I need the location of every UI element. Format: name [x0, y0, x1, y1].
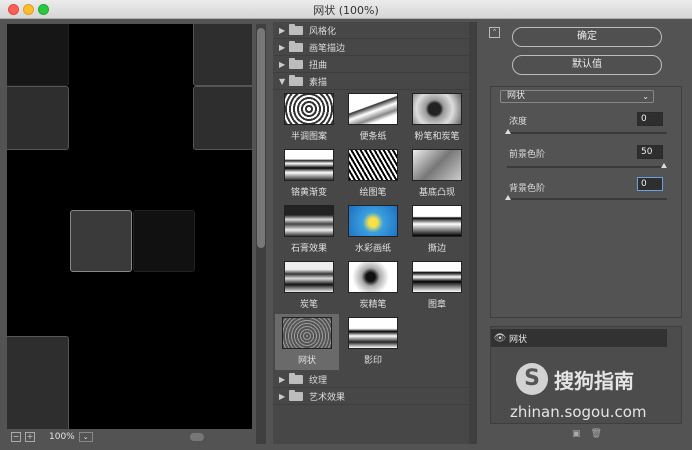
halftone-thumb	[284, 93, 334, 125]
zoom-bar: − + 100% ⌄	[7, 430, 252, 444]
charcoal-thumb	[284, 261, 334, 293]
category-stylize[interactable]: ▶ 风格化	[273, 22, 469, 39]
zoom-in-button[interactable]: +	[25, 432, 35, 442]
preview-canvas[interactable]	[7, 24, 252, 429]
watermark-url: zhinan.sogou.com	[510, 403, 647, 421]
filter-notepaper[interactable]: 便条纸	[341, 90, 405, 146]
graphic-pen-thumb	[348, 149, 398, 181]
slider-knob[interactable]	[661, 163, 667, 168]
filter-bas-relief[interactable]: 基底凸现	[405, 146, 469, 202]
collapse-arrow-icon: ▼	[279, 76, 286, 86]
notepaper-thumb	[348, 93, 398, 125]
density-slider[interactable]	[505, 129, 667, 134]
preview-tile	[133, 210, 195, 272]
foreground-level-label: 前景色阶	[509, 150, 546, 160]
plaster-thumb	[284, 205, 334, 237]
gallery-scrollbar[interactable]	[469, 22, 477, 444]
filter-chalk-charcoal[interactable]: 粉笔和炭笔	[405, 90, 469, 146]
filter-halftone[interactable]: 半调图案	[277, 90, 341, 146]
default-button[interactable]: 默认值	[512, 55, 662, 75]
effect-layer-name: 网状	[509, 334, 528, 345]
zoom-level: 100%	[49, 432, 75, 442]
sketch-filter-grid: 半调图案 便条纸 粉笔和炭笔 铬黄渐变 绘图笔 基底凸现 石膏效果 水彩画纸 撕…	[273, 90, 469, 371]
filter-reticulation[interactable]: 网状	[275, 314, 339, 370]
window-title: 网状 (100%)	[313, 4, 379, 17]
sogou-watermark: S 搜狗指南	[516, 363, 634, 395]
preview-tile	[7, 86, 69, 150]
zoom-out-button[interactable]: −	[11, 432, 21, 442]
title-bar: 网状 (100%)	[0, 0, 692, 19]
filter-water-paper[interactable]: 水彩画纸	[341, 202, 405, 258]
filter-select[interactable]: 网状 ⌄	[500, 90, 654, 103]
category-distort[interactable]: ▶ 扭曲	[273, 56, 469, 73]
chrome-thumb	[284, 149, 334, 181]
preview-tile	[193, 86, 252, 150]
foreground-level-input[interactable]: 50	[637, 145, 663, 159]
density-input[interactable]: 0	[637, 112, 663, 126]
density-label: 浓度	[509, 117, 528, 127]
zoom-dropdown-icon[interactable]: ⌄	[78, 432, 93, 442]
expand-arrow-icon: ▶	[279, 391, 286, 401]
category-artistic[interactable]: ▶ 艺术效果	[273, 388, 469, 405]
filter-chrome[interactable]: 铬黄渐变	[277, 146, 341, 202]
torn-edges-thumb	[412, 205, 462, 237]
new-effect-layer-icon[interactable]: ▣	[572, 429, 581, 439]
sogou-logo-icon: S	[516, 363, 548, 395]
background-level-label: 背景色阶	[509, 184, 546, 194]
category-texture[interactable]: ▶ 纹理	[273, 371, 469, 388]
filter-stamp[interactable]: 图章	[405, 258, 469, 314]
photocopy-thumb	[348, 317, 398, 349]
filter-gallery: ▶ 风格化 ▶ 画笔描边 ▶ 扭曲 ▼ 素描 半调图案 便条纸 粉笔和炭笔 铬黄…	[273, 22, 469, 444]
preview-tile	[7, 24, 69, 86]
folder-icon	[289, 57, 303, 69]
effect-layer-row[interactable]: 👁 网状	[491, 329, 667, 347]
background-level-input[interactable]: 0	[637, 177, 663, 191]
chevron-down-icon: ⌄	[642, 92, 649, 101]
delete-effect-layer-icon[interactable]: 🗑	[591, 429, 602, 439]
collapse-gallery-icon[interactable]: ⌃	[489, 27, 500, 38]
folder-icon	[289, 372, 303, 384]
preview-horizontal-scrollbar[interactable]	[190, 433, 204, 441]
filter-conte-crayon[interactable]: 炭精笔	[341, 258, 405, 314]
folder-open-icon	[289, 74, 303, 86]
chalk-charcoal-thumb	[412, 93, 462, 125]
eye-icon[interactable]: 👁	[491, 333, 509, 344]
water-paper-thumb	[348, 205, 398, 237]
preview-tile	[70, 210, 132, 272]
filter-photocopy[interactable]: 影印	[341, 314, 405, 370]
ok-button[interactable]: 确定	[512, 27, 662, 47]
preview-tile	[7, 336, 69, 429]
conte-crayon-thumb	[348, 261, 398, 293]
folder-icon	[289, 40, 303, 52]
filter-charcoal[interactable]: 炭笔	[277, 258, 341, 314]
watermark-brand: 搜狗指南	[554, 368, 634, 393]
bas-relief-thumb	[412, 149, 462, 181]
filter-graphic-pen[interactable]: 绘图笔	[341, 146, 405, 202]
folder-icon	[289, 23, 303, 35]
layer-actions: ▣ 🗑	[572, 429, 602, 439]
slider-knob[interactable]	[505, 195, 511, 200]
expand-arrow-icon: ▶	[279, 59, 286, 69]
category-brush-strokes[interactable]: ▶ 画笔描边	[273, 39, 469, 56]
folder-icon	[289, 389, 303, 401]
expand-arrow-icon: ▶	[279, 42, 286, 52]
background-level-slider[interactable]	[505, 195, 667, 200]
expand-arrow-icon: ▶	[279, 374, 286, 384]
preview-tile	[193, 24, 252, 86]
filter-torn-edges[interactable]: 撕边	[405, 202, 469, 258]
reticulation-thumb	[282, 317, 332, 349]
foreground-level-slider[interactable]	[507, 163, 667, 168]
slider-knob[interactable]	[505, 129, 511, 134]
expand-arrow-icon: ▶	[279, 25, 286, 35]
preview-scrollbar[interactable]	[256, 24, 266, 444]
category-sketch[interactable]: ▼ 素描	[273, 73, 469, 90]
stamp-thumb	[412, 261, 462, 293]
filter-plaster[interactable]: 石膏效果	[277, 202, 341, 258]
